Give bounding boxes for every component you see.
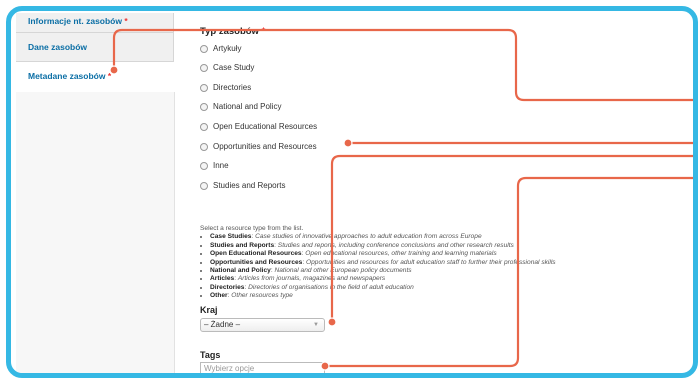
help-term: Articles (210, 275, 235, 283)
help-text: Studies and reports, including conferenc… (277, 241, 514, 249)
help-text: Directories of organisations in the fiel… (248, 283, 414, 291)
required-marker: * (107, 71, 112, 81)
radio-option-artykuly[interactable]: Artykuły (200, 44, 241, 53)
help-term: Opportunities and Resources (210, 258, 303, 266)
help-item: Studies and Reports: Studies and reports… (210, 242, 680, 250)
required-marker: * (261, 26, 266, 37)
radio-button[interactable] (200, 63, 208, 72)
help-item: Open Educational Resources: Open educati… (210, 250, 680, 258)
radio-option-national-policy[interactable]: National and Policy (200, 102, 281, 111)
vertical-tabs: Informacje nt. zasobów * Dane zasobów Me… (16, 13, 174, 92)
country-selected-value: – Żadne – (204, 320, 241, 329)
help-term: Case Studies (210, 233, 252, 241)
help-item: Directories: Directories of organisation… (210, 284, 680, 292)
radio-option-oer[interactable]: Open Educational Resources (200, 122, 317, 131)
radio-label: Inne (213, 161, 229, 170)
tab-dane-zasobow[interactable]: Dane zasobów (16, 33, 174, 62)
radio-button[interactable] (200, 142, 208, 151)
radio-label: Directories (213, 83, 252, 92)
radio-label: Studies and Reports (213, 181, 286, 190)
help-item: Case Studies: Case studies of innovative… (210, 233, 680, 241)
radio-option-studies-reports[interactable]: Studies and Reports (200, 181, 286, 190)
tags-label: Tags (200, 350, 221, 360)
help-text: Articles from journals, magazines and ne… (237, 275, 386, 283)
radio-label: Opportunities and Resources (213, 142, 317, 151)
help-item: Articles: Articles from journals, magazi… (210, 275, 680, 283)
radio-label: Artykuły (213, 44, 242, 53)
radio-option-directories[interactable]: Directories (200, 83, 251, 92)
chevron-down-icon: ▼ (313, 322, 319, 328)
required-marker: * (124, 16, 128, 26)
help-list: Case Studies: Case studies of innovative… (200, 233, 680, 300)
tab-metadane-zasobow[interactable]: Metadane zasobów * (16, 62, 174, 92)
help-item: National and Policy: National and other … (210, 267, 680, 275)
resource-type-title: Typ zasobów * (200, 26, 265, 37)
help-term: National and Policy (210, 267, 271, 275)
radio-button[interactable] (200, 122, 208, 131)
country-select[interactable]: – Żadne – ▼ (200, 318, 325, 332)
help-term: Directories (210, 283, 245, 291)
country-label: Kraj (200, 305, 218, 315)
radio-option-inne[interactable]: Inne (200, 161, 229, 170)
radio-label: Open Educational Resources (213, 122, 318, 131)
tab-informacje[interactable]: Informacje nt. zasobów * (16, 13, 174, 33)
screenshot-frame: Informacje nt. zasobów * Dane zasobów Me… (6, 6, 698, 378)
radio-option-case-study[interactable]: Case Study (200, 63, 254, 72)
radio-button[interactable] (200, 161, 208, 170)
radio-label: Case Study (213, 63, 255, 72)
help-term: Studies and Reports (210, 241, 275, 249)
radio-option-opportunities[interactable]: Opportunities and Resources (200, 142, 317, 151)
tags-input[interactable]: Wybierz opcje (200, 362, 325, 373)
help-intro: Select a resource type from the list. (200, 225, 304, 232)
resource-type-title-text: Typ zasobów (200, 26, 259, 37)
sidebar-background (16, 92, 175, 373)
help-item: Opportunities and Resources: Opportuniti… (210, 259, 680, 267)
callout-dot-opportunities (343, 138, 353, 148)
help-text: Other resources type (231, 292, 293, 300)
resource-type-help: Select a resource type from the list. Ca… (200, 225, 680, 301)
help-text: Case studies of innovative approaches to… (255, 233, 482, 241)
help-text: National and other European policy docum… (274, 267, 412, 275)
help-text: Open educational resources, other traini… (305, 250, 497, 258)
radio-label: National and Policy (213, 102, 282, 111)
radio-button[interactable] (200, 83, 208, 92)
help-term: Other (210, 292, 228, 300)
radio-button[interactable] (200, 181, 208, 190)
radio-button[interactable] (200, 102, 208, 111)
help-item: Other: Other resources type (210, 292, 680, 300)
tab-dane-zasobow-label: Dane zasobów (28, 42, 88, 52)
tab-metadane-label: Metadane zasobów (28, 71, 106, 81)
tab-informacje-label: Informacje nt. zasobów (28, 16, 122, 26)
help-term: Open Educational Resources (210, 250, 302, 258)
radio-button[interactable] (200, 44, 208, 53)
callout-dot-country (327, 317, 337, 327)
help-text: Opportunities and resources for adult ed… (306, 258, 556, 266)
